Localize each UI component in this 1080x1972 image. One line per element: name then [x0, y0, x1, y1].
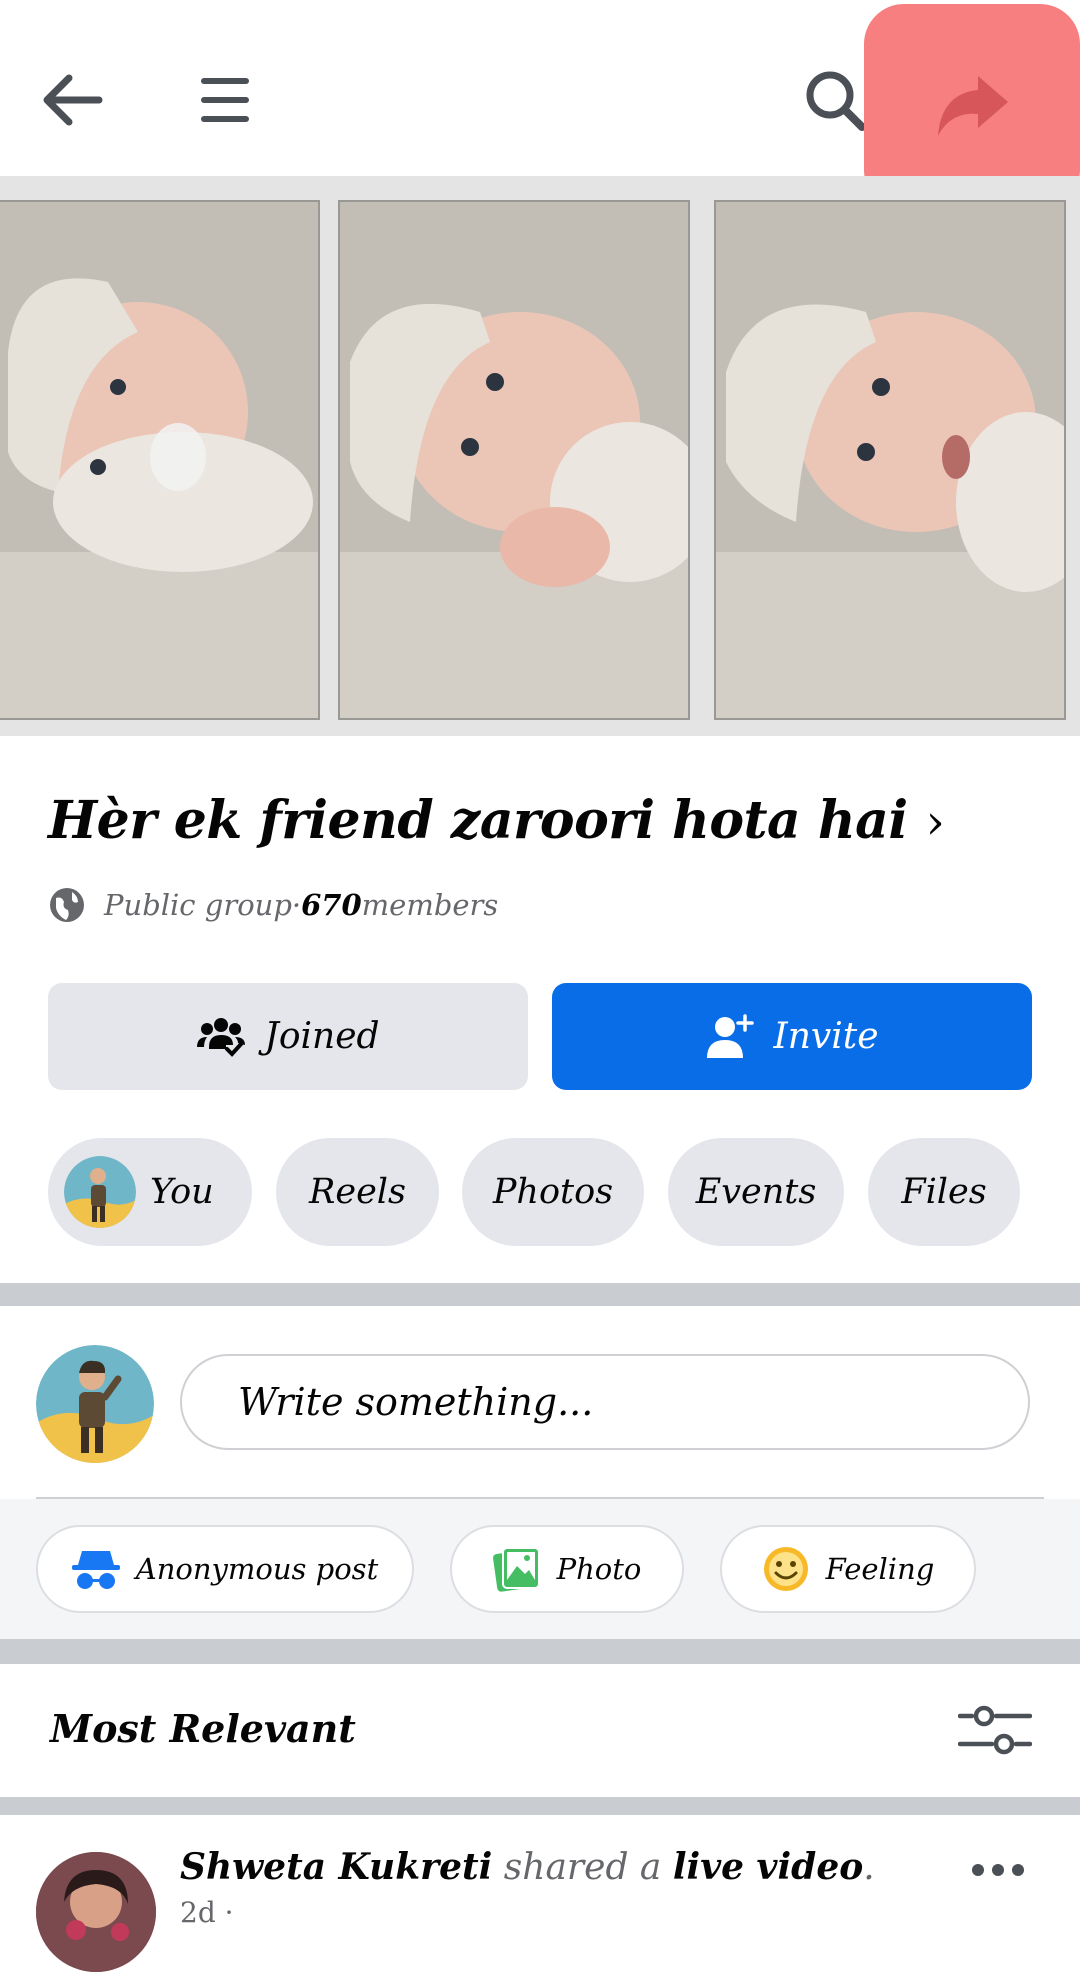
- group-meta: Public group · 670 members: [48, 880, 498, 930]
- chip-label-photos: Photos: [492, 1172, 614, 1212]
- members-label: members: [361, 888, 499, 922]
- incognito-icon: [71, 1551, 120, 1589]
- photo-label: Photo: [556, 1552, 642, 1586]
- chip-events[interactable]: Events: [668, 1138, 844, 1246]
- photo-icon: [492, 1547, 540, 1592]
- cover-photo-panel-3: [714, 200, 1066, 720]
- post-period: .: [863, 1847, 875, 1888]
- meta-separator: ·: [291, 888, 302, 922]
- composer-avatar[interactable]: [36, 1345, 154, 1463]
- avatar: [64, 1156, 136, 1228]
- write-something-input[interactable]: Write something...: [180, 1354, 1030, 1450]
- chip-label-reels: Reels: [309, 1172, 406, 1212]
- chip-reels[interactable]: Reels: [276, 1138, 439, 1246]
- chip-label-you: You: [150, 1172, 214, 1212]
- top-bar: [0, 0, 1080, 210]
- post-author-avatar[interactable]: [36, 1852, 156, 1972]
- globe-icon: [50, 888, 84, 922]
- invite-label: Invite: [773, 1016, 879, 1057]
- photo-button[interactable]: Photo: [450, 1525, 684, 1613]
- invite-button[interactable]: Invite: [552, 983, 1032, 1090]
- post-time-text: 2d ·: [180, 1896, 234, 1929]
- share-arrow-icon: [938, 76, 1008, 136]
- group-joined-icon: [197, 1017, 246, 1057]
- post-action-text: shared a: [492, 1847, 673, 1888]
- back-button[interactable]: [22, 50, 122, 150]
- anonymous-post-label: Anonymous post: [135, 1552, 379, 1586]
- chip-you[interactable]: You: [48, 1138, 252, 1246]
- search-icon: [806, 71, 866, 131]
- add-person-icon: [707, 1013, 755, 1058]
- joined-label: Joined: [264, 1016, 380, 1057]
- filter-button[interactable]: [952, 1690, 1038, 1770]
- cover-photo-panel-1: [0, 200, 320, 720]
- group-title-text: Hèr ek friend zaroori hota hai: [48, 790, 908, 851]
- hamburger-menu-icon: [201, 78, 249, 122]
- group-title[interactable]: Hèr ek friend zaroori hota hai ›: [48, 790, 1048, 853]
- filter-sliders-icon: [958, 1705, 1032, 1755]
- section-divider: [0, 1639, 1080, 1664]
- post-timestamp: 2d ·: [180, 1896, 234, 1929]
- smiley-icon: [763, 1547, 808, 1591]
- write-something-placeholder: Write something...: [238, 1380, 594, 1424]
- chip-photos[interactable]: Photos: [462, 1138, 644, 1246]
- arrow-left-icon: [43, 74, 103, 126]
- section-divider: [0, 1283, 1080, 1306]
- chip-files[interactable]: Files: [868, 1138, 1020, 1246]
- chip-label-events: Events: [695, 1172, 817, 1212]
- chevron-right-icon: ›: [925, 794, 945, 850]
- feeling-label: Feeling: [825, 1552, 935, 1586]
- group-privacy: Public group: [104, 888, 292, 922]
- chip-label-files: Files: [901, 1172, 987, 1212]
- menu-button[interactable]: [180, 50, 270, 150]
- post-more-button[interactable]: [968, 1850, 1028, 1890]
- sort-label[interactable]: Most Relevant: [50, 1706, 356, 1751]
- member-count: 670: [301, 888, 362, 922]
- cover-photo[interactable]: [0, 176, 1080, 736]
- post-header-text: Shweta Kukreti shared a live video.: [180, 1846, 875, 1888]
- anonymous-post-button[interactable]: Anonymous post: [36, 1525, 414, 1613]
- section-divider: [0, 1797, 1080, 1815]
- more-options-icon: [972, 1864, 1024, 1876]
- post-author-name[interactable]: Shweta Kukreti: [180, 1846, 492, 1888]
- cover-photo-panel-2: [338, 200, 690, 720]
- joined-button[interactable]: Joined: [48, 983, 528, 1090]
- feeling-button[interactable]: Feeling: [720, 1525, 976, 1613]
- post-object-link[interactable]: live video: [673, 1846, 863, 1888]
